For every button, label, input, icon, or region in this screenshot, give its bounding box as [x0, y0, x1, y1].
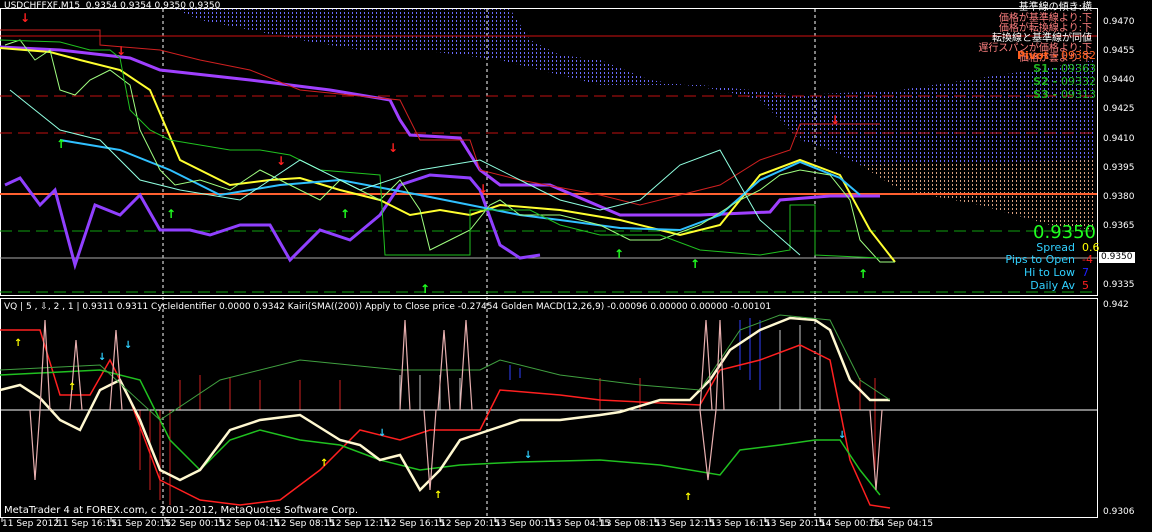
indicator-panel-frame [0, 298, 1098, 518]
svg-text:↓: ↓ [116, 44, 126, 58]
s3-row: S3 - 09313 [1033, 88, 1096, 101]
price-chart[interactable]: ↓ ↓ ↓ ↓ ↓ ↓ ↑ ↑ ↑ ↑ ↑ ↑ ↑ ↑ ↑ ↑ ↑ ↑ ↓ ↓ ↓ ↓ ↓ [0, 0, 1152, 532]
s2-row: S2 - 09332 [1033, 75, 1096, 88]
stat-pips-to-open: Pips to Open -4 [1005, 253, 1093, 266]
price-line [4, 39, 895, 263]
senkou-line-red [0, 29, 880, 206]
svg-text:↑: ↑ [420, 282, 430, 296]
svg-text:↑: ↑ [684, 492, 692, 503]
indicator-axis-bottom: 0.9306 [1103, 507, 1135, 517]
svg-text:↓: ↓ [124, 340, 132, 351]
time-tick: 11 Sep 20:15 [111, 519, 172, 529]
svg-text:↓: ↓ [838, 430, 846, 441]
histogram [139, 318, 876, 505]
time-tick: 12 Sep 08:15 [275, 519, 336, 529]
svg-text:↑: ↑ [166, 207, 176, 221]
price-tick: 0.9410 [1103, 134, 1135, 144]
copyright: MetaTrader 4 at FOREX.com, c 2001-2012, … [4, 505, 359, 516]
chart-header: USDCHFFXF,M15 0.9354 0.9354 0.9350 0.935… [4, 1, 220, 12]
svg-text:↑: ↑ [68, 382, 76, 393]
time-tick: 13 Sep 16:15 [710, 519, 771, 529]
note-0: 基準線の傾き:横 [1018, 2, 1092, 13]
svg-text:↑: ↑ [320, 458, 328, 469]
time-tick: 13 Sep 12:15 [655, 519, 716, 529]
svg-text:↓: ↓ [524, 450, 532, 461]
svg-text:↑: ↑ [434, 490, 442, 501]
time-tick: 12 Sep 20:15 [440, 519, 501, 529]
time-tick: 12 Sep 16:15 [385, 519, 446, 529]
chikou-line [4, 173, 541, 271]
time-tick: 14 Sep 00:15 [820, 519, 881, 529]
svg-text:↑: ↑ [56, 137, 66, 151]
price-tick: 0.9470 [1103, 17, 1135, 27]
price-tick: 0.9365 [1103, 221, 1135, 231]
price-tick: 0.9395 [1103, 163, 1135, 173]
svg-text:↓: ↓ [388, 141, 398, 155]
svg-text:↑: ↑ [614, 247, 624, 261]
time-tick: 14 Sep 04:15 [873, 519, 934, 529]
ohlc-values: 0.9354 0.9354 0.9350 0.9350 [85, 1, 221, 11]
svg-text:↓: ↓ [276, 154, 286, 168]
time-tick: 11 Sep 16:15 [57, 519, 118, 529]
svg-text:↑: ↑ [340, 207, 350, 221]
time-tick: 12 Sep 12:15 [330, 519, 391, 529]
time-tick: 13 Sep 00:15 [495, 519, 556, 529]
time-tick: 11 Sep 2012 [2, 519, 60, 529]
current-price-big: 0.9350 [1033, 222, 1096, 243]
svg-text:↑: ↑ [858, 267, 868, 281]
svg-text:↓: ↓ [378, 428, 386, 439]
senkou-line-green [0, 39, 881, 259]
s1-row: S1 - 09363 [1033, 62, 1096, 75]
time-tick: 12 Sep 00:15 [165, 519, 226, 529]
time-tick: 12 Sep 04:15 [220, 519, 281, 529]
stat-daily-av: Daily Av 5 [1030, 279, 1089, 292]
price-tick: 0.9425 [1103, 104, 1135, 114]
price-tick: 0.9455 [1103, 46, 1135, 56]
svg-text:↓: ↓ [20, 11, 30, 25]
pivot-row: Pivot - 09382 [1016, 49, 1096, 62]
stat-hi-to-low: Hi to Low 7 [1023, 266, 1089, 279]
svg-text:↓: ↓ [830, 113, 840, 127]
cycle-line-red [0, 329, 891, 509]
current-price-label: 0.9350 [1099, 252, 1135, 263]
time-tick: 13 Sep 20:15 [765, 519, 826, 529]
svg-text:↓: ↓ [98, 352, 106, 363]
time-tick: 13 Sep 08:15 [600, 519, 661, 529]
price-tick: 0.9380 [1103, 192, 1135, 202]
indicator-header: VQ | 5 , ⇩, 2 , 1 | 0.9311 0.9311 CycleI… [4, 302, 772, 312]
svg-text:↓: ↓ [478, 182, 488, 196]
price-tick: 0.9440 [1103, 75, 1135, 85]
symbol-label: USDCHFFXF,M15 [4, 1, 81, 11]
price-tick: 0.9335 [1103, 280, 1135, 290]
svg-text:↑: ↑ [14, 338, 22, 349]
svg-text:↑: ↑ [690, 257, 700, 271]
indicator-axis-top: 0.942 [1103, 300, 1129, 310]
day-separators [162, 9, 816, 518]
